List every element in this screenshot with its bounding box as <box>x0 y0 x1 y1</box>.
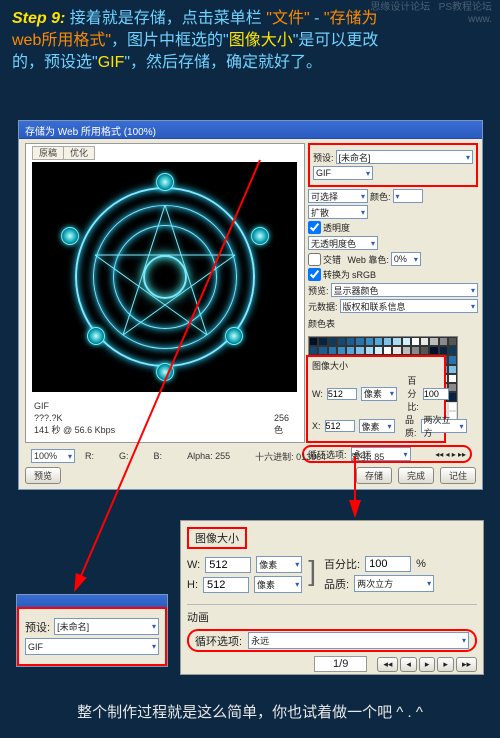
height-input-sm[interactable] <box>325 420 355 432</box>
quality-select[interactable]: 两次立方 <box>354 575 434 592</box>
done-button[interactable]: 完成 <box>398 467 434 484</box>
cancel-button[interactable]: 记住 <box>440 467 476 484</box>
image-size-group-small: 图像大小 W:像素 百分比: X:像素 品质:两次立方 <box>306 355 446 443</box>
preset-select-zoom[interactable]: [未命名] <box>54 618 159 635</box>
interlaced-check[interactable] <box>308 253 321 266</box>
width-input[interactable] <box>205 557 251 573</box>
last-frame-button[interactable]: ▸▸ <box>456 657 477 672</box>
loop-select[interactable]: 永远 <box>248 632 469 649</box>
format-select[interactable]: GIF <box>313 166 373 180</box>
dialog-title: 存储为 Web 所用格式 (100%) <box>19 121 482 139</box>
image-preview <box>32 162 297 392</box>
animation-label: 动画 <box>187 609 477 625</box>
save-for-web-dialog: 存储为 Web 所用格式 (100%) 原稿优化 <box>18 120 483 490</box>
image-size-zoom: 图像大小 W:像素 H:像素 ] 百分比:% 品质:两次立方 动画 循环选项: … <box>180 520 484 675</box>
next-frame-button[interactable]: ▸ <box>437 657 454 672</box>
transparency-check[interactable] <box>308 221 321 234</box>
first-frame-button[interactable]: ◂◂ <box>377 657 398 672</box>
watermark: 思缘设计论坛 PS教程论坛 www. <box>370 2 492 26</box>
preset-zoom: 预设:[未命名] GIF <box>16 594 168 667</box>
link-brace: ] <box>308 553 316 596</box>
save-button[interactable]: 存储 <box>356 467 392 484</box>
play-button[interactable]: ▸ <box>419 657 436 672</box>
magic-circle-glyph <box>65 177 265 377</box>
preview-info: GIF ???.?K 141 秒 @ 56.6 Kbps 256 色 <box>34 400 115 436</box>
preview-panel: 原稿优化 <box>25 143 305 443</box>
zoom-select[interactable]: 100% <box>31 449 75 463</box>
height-input[interactable] <box>203 577 249 593</box>
preview-button[interactable]: 预览 <box>25 467 61 484</box>
frame-navigation: 1/9 ◂◂ ◂ ▸ ▸ ▸▸ <box>187 656 477 672</box>
preset-select[interactable]: [未命名] <box>336 150 473 164</box>
dither-select[interactable]: 可选择 <box>308 189 368 203</box>
format-select-zoom[interactable]: GIF <box>25 638 159 655</box>
frame-counter: 1/9 <box>314 656 367 672</box>
footer-text: 整个制作过程就是这么简单，你也试着做一个吧 ^ . ^ <box>0 701 500 722</box>
loop-option: 循环选项: 永远 <box>187 629 477 652</box>
dialog-buttons: 预览 存储 完成 记住 <box>25 465 476 485</box>
step-label: Step 9: <box>12 10 65 27</box>
percent-input[interactable] <box>365 556 411 572</box>
image-size-title: 图像大小 <box>187 527 247 549</box>
prev-frame-button[interactable]: ◂ <box>400 657 417 672</box>
preview-tabs[interactable]: 原稿优化 <box>32 146 94 159</box>
width-input-sm[interactable] <box>327 388 357 400</box>
